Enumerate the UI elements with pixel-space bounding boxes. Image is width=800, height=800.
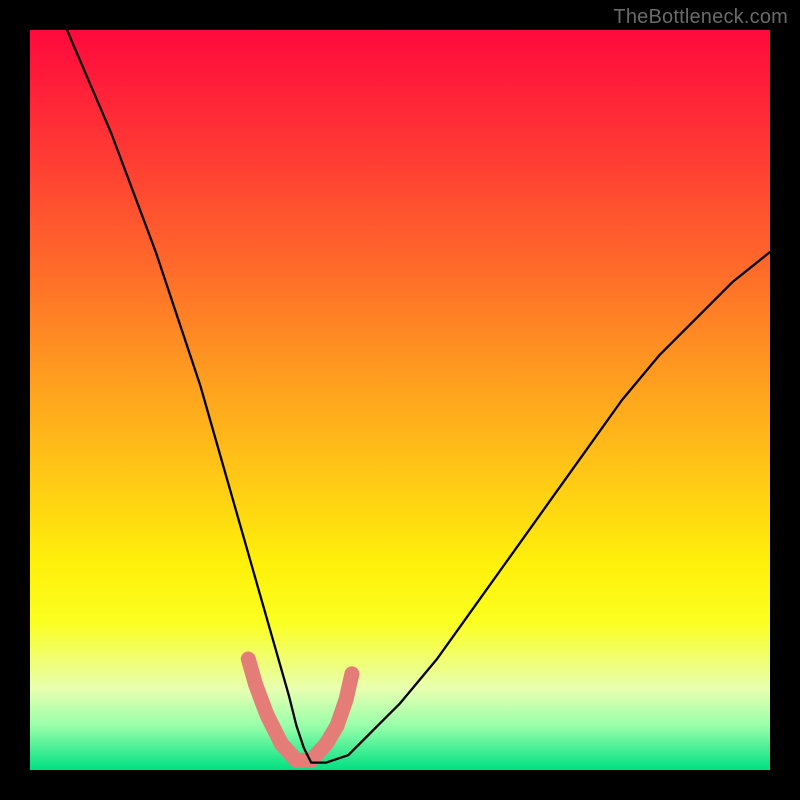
chart-frame: TheBottleneck.com bbox=[0, 0, 800, 800]
chart-svg-layer bbox=[30, 30, 770, 770]
optimal-range-marker bbox=[248, 659, 352, 760]
watermark-text: TheBottleneck.com bbox=[613, 6, 788, 29]
chart-plot-area bbox=[30, 30, 770, 770]
bottleneck-curve bbox=[67, 30, 770, 763]
